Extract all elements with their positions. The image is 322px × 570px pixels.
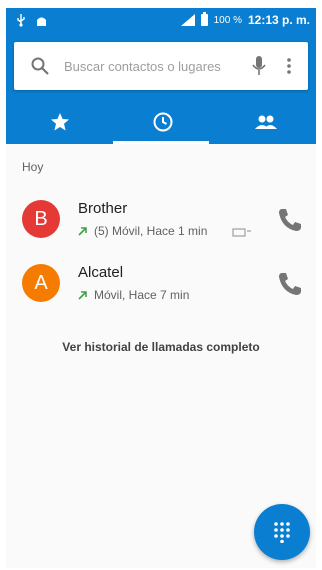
call-detail-text: (5) Móvil, Hace 1 min [94, 224, 208, 238]
people-icon [254, 115, 277, 129]
call-detail: Móvil, Hace 7 min [78, 288, 189, 302]
usb-icon [17, 14, 25, 27]
phone-screen: 100 % 12:13 p. m. Buscar contactos o lug… [6, 8, 316, 568]
avatar[interactable]: B [22, 200, 60, 238]
contact-name: Brother [78, 200, 128, 217]
call-detail: (5) Móvil, Hace 1 min [78, 224, 207, 238]
status-bar: 100 % 12:13 p. m. [6, 8, 316, 34]
full-call-history-link[interactable]: Ver historial de llamadas completo [6, 340, 316, 354]
tab-bar [6, 100, 316, 144]
call-detail-text: Móvil, Hace 7 min [94, 288, 190, 302]
phone-call-icon[interactable] [276, 206, 304, 234]
more-options-icon[interactable] [284, 56, 294, 76]
battery-icon [200, 12, 208, 26]
tab-contacts[interactable] [214, 100, 316, 144]
microphone-icon[interactable] [250, 55, 268, 77]
battery-percent: 100 % [213, 14, 242, 26]
voicemail-icon [232, 228, 251, 237]
section-header-today: Hoy [22, 160, 44, 174]
search-input[interactable]: Buscar contactos o lugares [64, 59, 221, 74]
star-icon [50, 113, 69, 131]
contact-name: Alcatel [78, 264, 124, 281]
search-bar[interactable]: Buscar contactos o lugares [14, 42, 308, 90]
call-log-item[interactable]: A Alcatel Móvil, Hace 7 min [6, 254, 316, 316]
app-header: 100 % 12:13 p. m. Buscar contactos o lug… [6, 8, 316, 144]
call-log-item[interactable]: B Brother (5) Móvil, Hace 1 min [6, 190, 316, 252]
search-icon[interactable] [30, 56, 50, 76]
outgoing-call-arrow-icon [78, 227, 87, 236]
avatar[interactable]: A [22, 264, 60, 302]
tab-selected-indicator [113, 141, 209, 144]
outgoing-call-arrow-icon [78, 291, 87, 300]
phone-call-icon[interactable] [276, 270, 304, 298]
android-icon [37, 17, 46, 26]
clock-time: 12:13 p. m. [247, 13, 310, 27]
dialpad-icon [274, 522, 290, 543]
tab-favorites[interactable] [8, 100, 111, 144]
tab-recents[interactable] [111, 100, 214, 144]
dialpad-button[interactable] [254, 504, 310, 560]
clock-icon [153, 112, 172, 132]
signal-icon [180, 14, 195, 26]
